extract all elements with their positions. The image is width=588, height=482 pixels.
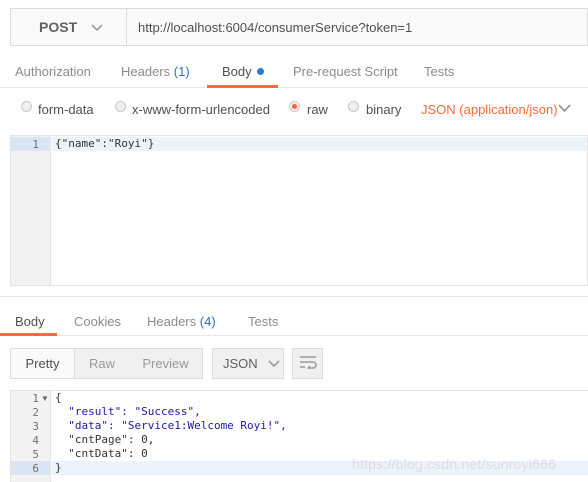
- tab-response-body[interactable]: Body: [15, 314, 45, 329]
- view-mode-toggle: Pretty Raw Preview: [10, 348, 203, 379]
- code-line: {: [55, 391, 62, 404]
- response-headers-count: (4): [199, 314, 216, 329]
- option-form-data-label[interactable]: form-data: [38, 102, 94, 117]
- method-label: POST: [39, 19, 78, 35]
- code-line: "data": "Service1:Welcome Royi!",: [55, 419, 287, 432]
- option-raw-label[interactable]: raw: [307, 102, 328, 117]
- tab-response-headers[interactable]: Headers (4): [147, 314, 216, 329]
- request-tabs: Authorization Headers (1) Body Pre-reque…: [0, 60, 588, 88]
- radio-raw[interactable]: [289, 101, 300, 112]
- pretty-button[interactable]: Pretty: [11, 349, 75, 378]
- fold-arrow-icon[interactable]: ▼: [41, 394, 49, 403]
- tab-pre-request-script[interactable]: Pre-request Script: [293, 64, 398, 79]
- url-input[interactable]: http://localhost:6004/consumerService?to…: [127, 9, 587, 45]
- pane-divider[interactable]: [0, 296, 588, 297]
- headers-count: (1): [173, 64, 190, 79]
- tab-headers[interactable]: Headers (1): [121, 64, 190, 79]
- body-modified-dot-icon: [256, 68, 264, 75]
- line-number: 3: [32, 420, 39, 433]
- chevron-down-icon[interactable]: [558, 101, 571, 116]
- tab-body[interactable]: Body: [222, 64, 264, 79]
- code-line: "cntData": 0: [55, 447, 148, 460]
- editor-gutter: [11, 136, 51, 285]
- request-body-editor[interactable]: 1 {"name":"Royi"}: [10, 135, 588, 286]
- radio-x-www-form-urlencoded[interactable]: [115, 101, 126, 112]
- chevron-down-icon: [268, 356, 280, 371]
- wrap-lines-icon: [299, 355, 317, 372]
- url-text: http://localhost:6004/consumerService?to…: [138, 19, 413, 35]
- radio-form-data[interactable]: [21, 101, 32, 112]
- line-number: 2: [32, 406, 39, 419]
- code-line: "result": "Success",: [55, 405, 201, 418]
- code-line[interactable]: {"name":"Royi"}: [55, 137, 154, 150]
- tab-authorization[interactable]: Authorization: [15, 64, 91, 79]
- content-type-select[interactable]: JSON (application/json): [421, 102, 558, 117]
- line-number: 5: [32, 448, 39, 461]
- option-urlencoded-label[interactable]: x-www-form-urlencoded: [132, 102, 270, 117]
- line-number: 4: [32, 434, 39, 447]
- raw-button[interactable]: Raw: [75, 349, 129, 378]
- preview-button[interactable]: Preview: [129, 349, 202, 378]
- line-number: 6: [32, 462, 39, 475]
- active-tab-indicator: [207, 85, 278, 88]
- line-number: 1: [32, 138, 39, 151]
- tab-response-tests[interactable]: Tests: [248, 314, 278, 329]
- tab-tests[interactable]: Tests: [424, 64, 454, 79]
- tab-cookies[interactable]: Cookies: [74, 314, 121, 329]
- body-type-options: form-data x-www-form-urlencoded raw bina…: [0, 98, 588, 122]
- request-url-bar: POST http://localhost:6004/consumerServi…: [10, 8, 588, 46]
- option-binary-label[interactable]: binary: [366, 102, 401, 117]
- active-response-tab-indicator: [0, 333, 57, 336]
- chevron-down-icon: [91, 19, 103, 35]
- radio-binary[interactable]: [348, 101, 359, 112]
- watermark: https://blog.csdn.net/sunroyi666: [352, 456, 557, 472]
- code-line: }: [55, 461, 62, 474]
- format-label: JSON: [223, 356, 258, 371]
- method-select[interactable]: POST: [11, 9, 127, 45]
- response-tabs: Body Cookies Headers (4) Tests: [0, 306, 588, 336]
- wrap-lines-button[interactable]: [292, 348, 323, 379]
- line-number: 1: [32, 392, 39, 405]
- code-line: "cntPage": 0,: [55, 433, 155, 446]
- format-select[interactable]: JSON: [212, 348, 284, 379]
